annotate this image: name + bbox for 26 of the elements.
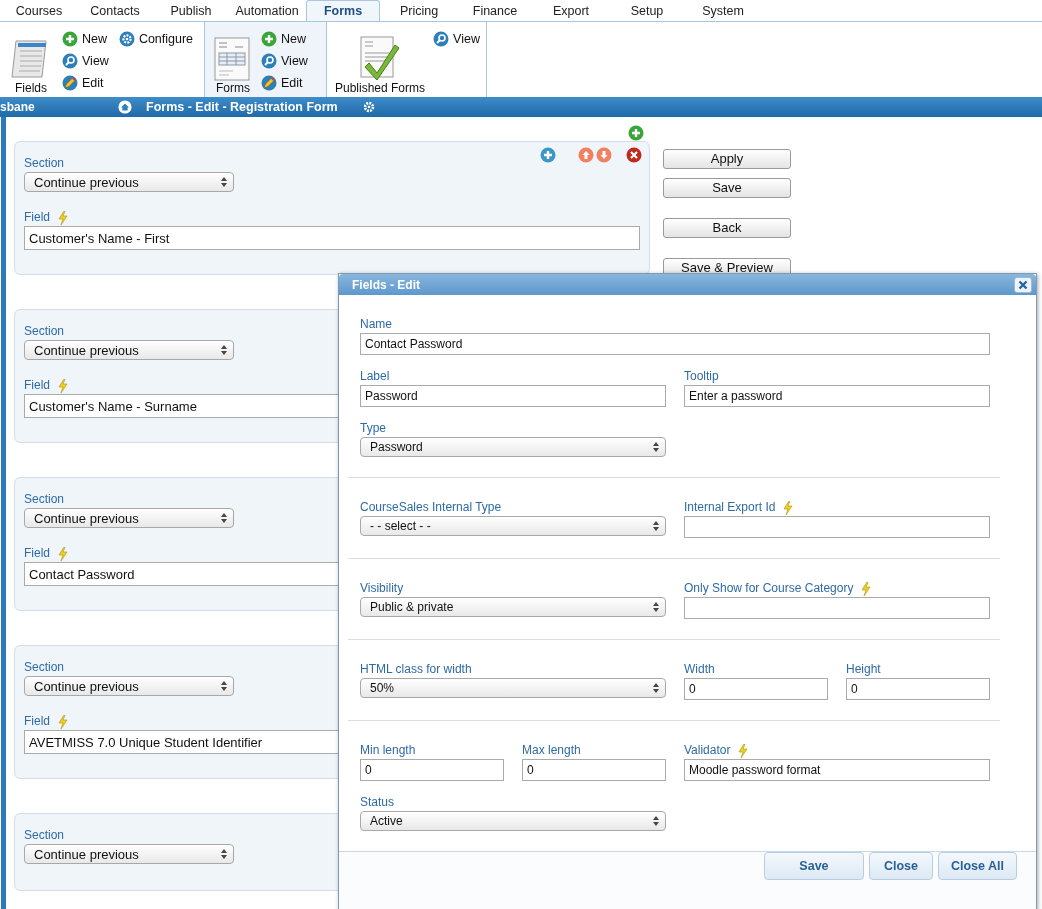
field-label: Field bbox=[24, 210, 50, 224]
dialog-title: Fields - Edit bbox=[352, 277, 420, 292]
field-label: Height bbox=[846, 662, 881, 676]
field-label: CourseSales Internal Type bbox=[360, 500, 502, 514]
field-label: Name bbox=[360, 317, 392, 331]
section-label: Section bbox=[24, 492, 65, 506]
field-label: Width bbox=[684, 662, 715, 676]
field-label: Tooltip bbox=[684, 369, 719, 383]
field-label: Only Show for Course Category bbox=[684, 581, 854, 595]
field-label: Status bbox=[360, 795, 395, 809]
section-label: Section bbox=[24, 324, 65, 338]
field-label: Min length bbox=[360, 743, 416, 757]
section-label: Section bbox=[24, 828, 65, 842]
page-title: Forms - Edit - Registration Form bbox=[146, 100, 338, 114]
location-label: sbane bbox=[0, 100, 36, 114]
field-label: Field bbox=[24, 546, 50, 560]
section-label: Section bbox=[24, 156, 65, 170]
field-label: Label bbox=[360, 369, 390, 383]
field-label: Field bbox=[24, 714, 50, 728]
section-label: Section bbox=[24, 660, 65, 674]
field-label: Validator bbox=[684, 743, 731, 757]
field-label: HTML class for width bbox=[360, 662, 472, 676]
field-label: Max length bbox=[522, 743, 581, 757]
field-label: Type bbox=[360, 421, 386, 435]
field-label: Field bbox=[24, 378, 50, 392]
field-label: Internal Export Id bbox=[684, 500, 776, 514]
